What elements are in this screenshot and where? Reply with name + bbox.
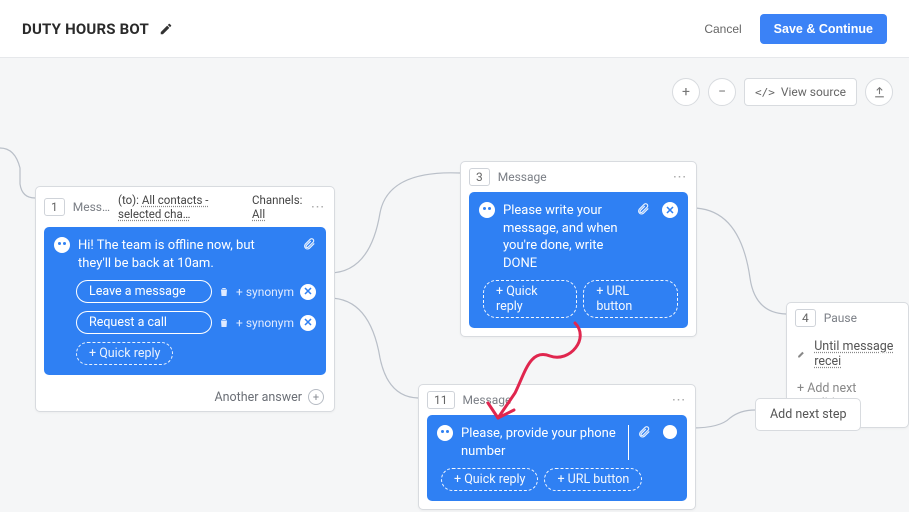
quick-reply-chip[interactable]: Leave a message — [76, 280, 212, 303]
node-type-label: Message — [463, 393, 512, 407]
attachment-icon[interactable] — [637, 425, 651, 439]
node-header: 1 Mess… (to): All contacts - selected ch… — [36, 187, 334, 227]
attachment-icon[interactable] — [302, 237, 316, 251]
node-menu-icon[interactable]: ⋯ — [672, 392, 688, 408]
pause-condition[interactable]: Until message recei — [797, 333, 898, 375]
node-type-label: Mess… — [73, 200, 110, 214]
output-port[interactable]: ✕ — [300, 315, 316, 331]
message-text[interactable]: Please write your message, and when you'… — [503, 202, 624, 272]
flow-canvas[interactable]: 1 Mess… (to): All contacts - selected ch… — [0, 58, 909, 512]
add-url-button[interactable]: + URL button — [544, 468, 642, 491]
node-menu-icon[interactable]: ⋯ — [673, 169, 689, 185]
close-icon[interactable]: ✕ — [662, 202, 678, 218]
node-header: 3 Message ⋯ — [461, 162, 696, 192]
node-number: 3 — [469, 168, 490, 186]
add-synonym[interactable]: + synonym — [236, 285, 294, 299]
add-quick-reply[interactable]: + Quick reply — [76, 342, 173, 365]
node-number: 1 — [44, 198, 65, 216]
node-number: 11 — [427, 391, 455, 409]
message-text[interactable]: Please, provide your phone number — [461, 425, 629, 460]
node-number: 4 — [795, 309, 816, 327]
to-prefix: (to): — [118, 193, 139, 207]
add-answer-icon[interactable]: + — [308, 389, 324, 405]
add-synonym[interactable]: + synonym — [236, 316, 294, 330]
node-type-label: Pause — [824, 311, 857, 325]
title-wrap: DUTY HOURS BOT — [22, 20, 173, 38]
message-bubble: Please write your message, and when you'… — [469, 192, 688, 328]
cancel-button[interactable]: Cancel — [704, 22, 741, 36]
flow-node-3[interactable]: 3 Message ⋯ Please write your message, a… — [460, 161, 697, 337]
edit-title-icon[interactable] — [159, 22, 173, 36]
message-text[interactable]: Hi! The team is offline now, but they'll… — [78, 237, 290, 272]
node-type-label: Message — [498, 170, 547, 184]
bot-avatar-icon — [54, 237, 70, 253]
save-continue-button[interactable]: Save & Continue — [760, 14, 887, 44]
bot-avatar-icon — [479, 202, 495, 218]
message-bubble: Hi! The team is offline now, but they'll… — [44, 227, 326, 375]
add-quick-reply[interactable]: + Quick reply — [483, 280, 577, 318]
message-bubble: Please, provide your phone number + Quic… — [427, 415, 687, 501]
page-title: DUTY HOURS BOT — [22, 20, 149, 38]
add-url-button[interactable]: + URL button — [583, 280, 678, 318]
node-channels: Channels: All — [252, 193, 302, 221]
node-footer: Another answer + — [36, 383, 334, 411]
another-answer-label[interactable]: Another answer — [214, 390, 302, 405]
add-next-step[interactable]: Add next step — [755, 398, 861, 431]
bot-avatar-icon — [437, 425, 453, 441]
node-header: 11 Message ⋯ — [419, 385, 695, 415]
header-actions: Cancel Save & Continue — [704, 14, 887, 44]
add-step-label: Add next step — [770, 407, 846, 422]
flow-node-11[interactable]: 11 Message ⋯ Please, provide your phone … — [418, 384, 696, 510]
header-bar: DUTY HOURS BOT Cancel Save & Continue — [0, 0, 909, 58]
channels-prefix: Channels: — [252, 193, 302, 207]
until-label: Until message recei — [814, 339, 898, 369]
node-to: (to): All contacts - selected cha… — [118, 193, 244, 221]
delete-icon[interactable] — [218, 317, 230, 329]
quick-reply-chip[interactable]: Request a call — [76, 311, 212, 334]
node-menu-icon[interactable]: ⋯ — [311, 199, 327, 215]
pencil-icon — [797, 348, 806, 360]
channels-value[interactable]: All — [252, 207, 265, 221]
add-quick-reply[interactable]: + Quick reply — [441, 468, 538, 491]
delete-icon[interactable] — [218, 286, 230, 298]
output-port[interactable] — [663, 425, 677, 439]
attachment-icon[interactable] — [636, 202, 650, 216]
flow-node-1[interactable]: 1 Mess… (to): All contacts - selected ch… — [35, 186, 335, 412]
node-header: 4 Pause — [787, 303, 908, 333]
output-port[interactable]: ✕ — [300, 284, 316, 300]
